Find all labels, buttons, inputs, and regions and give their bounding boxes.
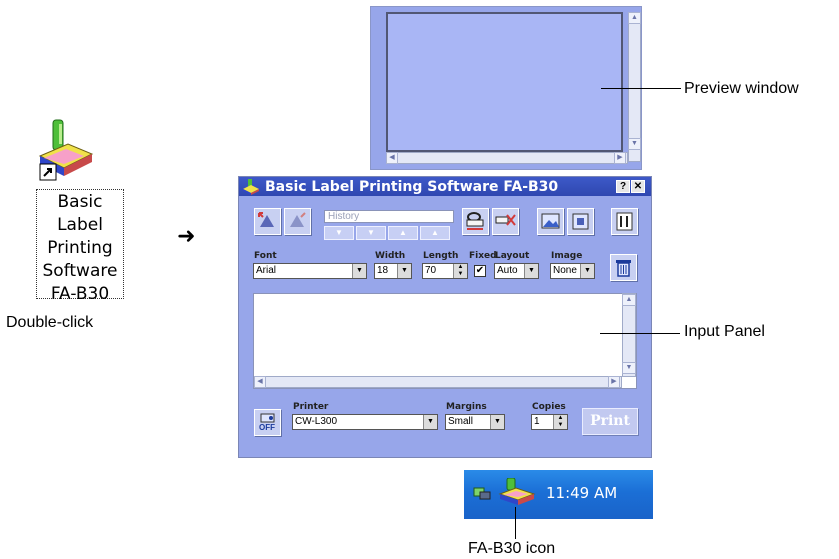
image-select[interactable]: None ▼ <box>550 263 595 279</box>
shortcut-label-line: Printing <box>47 238 113 258</box>
chevron-down-icon[interactable]: ▼ <box>423 415 437 429</box>
label-printer-icon[interactable] <box>38 118 94 182</box>
copies-value: 1 <box>534 416 540 427</box>
printer-label: Printer <box>293 402 329 412</box>
window-title: Basic Label Printing Software FA-B30 <box>265 179 559 195</box>
arrow-right-icon: ➜ <box>177 224 196 249</box>
shortcut-label-line: FA-B30 <box>50 284 110 304</box>
tray-icon-annotation: FA-B30 icon <box>468 540 556 557</box>
layout-value: Auto <box>497 265 518 276</box>
chevron-down-icon[interactable]: ▼ <box>352 264 366 278</box>
shortcut-label[interactable]: Basic Label Printing Software FA-B30 <box>36 189 124 304</box>
layout-select[interactable]: Auto ▼ <box>494 263 539 279</box>
scroll-right-icon[interactable]: ▶ <box>608 376 620 388</box>
frame-icon[interactable] <box>567 208 594 235</box>
copies-label: Copies <box>532 402 566 412</box>
recall-icon[interactable] <box>284 208 311 235</box>
history-last-icon[interactable]: ▲ <box>420 226 450 240</box>
margins-label: Margins <box>446 402 487 412</box>
chevron-down-icon[interactable]: ▼ <box>490 415 504 429</box>
width-select[interactable]: 18 ▼ <box>374 263 412 279</box>
leader-line <box>600 333 680 334</box>
history-first-icon[interactable]: ▼ <box>324 226 354 240</box>
shortcut-label-line: Basic Label <box>57 192 103 235</box>
width-value: 18 <box>377 265 389 276</box>
layout-label: Layout <box>495 251 530 261</box>
scroll-up-icon[interactable]: ▲ <box>628 12 641 24</box>
history-field[interactable]: History <box>324 210 454 223</box>
input-panel-annotation: Input Panel <box>684 323 765 340</box>
leader-line <box>601 88 681 89</box>
preview-window-annotation: Preview window <box>684 80 799 97</box>
input-horizontal-scrollbar[interactable] <box>254 376 622 388</box>
width-label: Width <box>375 251 406 261</box>
font-select[interactable]: Arial ▼ <box>253 263 367 279</box>
settings-tools-icon[interactable] <box>611 208 638 235</box>
scroll-down-icon[interactable]: ▼ <box>622 362 636 374</box>
printer-value: CW-L300 <box>295 416 338 427</box>
app-title-icon <box>243 179 259 195</box>
fixed-label: Fixed <box>469 251 497 261</box>
scroll-up-icon[interactable]: ▲ <box>622 294 636 306</box>
tape-cut-icon[interactable] <box>492 208 519 235</box>
printer-off-icon[interactable]: OFF <box>254 409 281 436</box>
leader-line <box>515 507 516 539</box>
length-stepper[interactable]: 70 ▲ ▼ <box>422 263 468 279</box>
scroll-left-icon[interactable]: ◀ <box>386 152 398 164</box>
tape-feed-icon[interactable] <box>462 208 489 235</box>
history-down-icon[interactable]: ▼ <box>356 226 386 240</box>
margins-value: Small <box>448 416 474 427</box>
history-up-icon[interactable]: ▲ <box>388 226 418 240</box>
preview-horizontal-scrollbar[interactable] <box>386 152 628 164</box>
input-panel[interactable] <box>253 293 637 389</box>
off-label: OFF <box>259 423 275 432</box>
spinner-icon[interactable]: ▲ ▼ <box>553 415 567 429</box>
taskbar-clock: 11:49 AM <box>546 484 618 502</box>
image-label: Image <box>551 251 583 261</box>
fixed-checkbox[interactable]: ✔ <box>474 265 486 277</box>
double-click-annotation: Double-click <box>6 314 94 331</box>
length-label: Length <box>423 251 459 261</box>
fa-b30-tray-icon[interactable] <box>498 477 538 506</box>
font-label: Font <box>254 251 277 261</box>
chevron-down-icon[interactable]: ▼ <box>580 264 594 278</box>
trash-icon[interactable] <box>610 254 637 281</box>
help-button[interactable]: ? <box>616 180 630 193</box>
printer-select[interactable]: CW-L300 ▼ <box>292 414 438 430</box>
spinner-icon[interactable]: ▲ ▼ <box>453 264 467 278</box>
chevron-down-icon[interactable]: ▼ <box>524 264 538 278</box>
font-value: Arial <box>256 265 277 276</box>
scroll-left-icon[interactable]: ◀ <box>254 376 266 388</box>
scroll-right-icon[interactable]: ▶ <box>614 152 626 164</box>
network-icon[interactable] <box>472 482 492 502</box>
close-button[interactable]: ✕ <box>631 180 645 193</box>
chevron-down-icon[interactable]: ▼ <box>397 264 411 278</box>
copies-stepper[interactable]: 1 ▲ ▼ <box>531 414 568 430</box>
image-value: None <box>553 265 577 276</box>
print-preview-icon[interactable] <box>254 208 281 235</box>
margins-select[interactable]: Small ▼ <box>445 414 505 430</box>
print-button[interactable]: Print <box>582 408 638 435</box>
shortcut-label-line: Software <box>42 261 118 281</box>
length-value: 70 <box>425 265 437 276</box>
scroll-down-icon[interactable]: ▼ <box>628 138 641 150</box>
preview-canvas <box>386 12 623 152</box>
image-icon[interactable] <box>537 208 564 235</box>
